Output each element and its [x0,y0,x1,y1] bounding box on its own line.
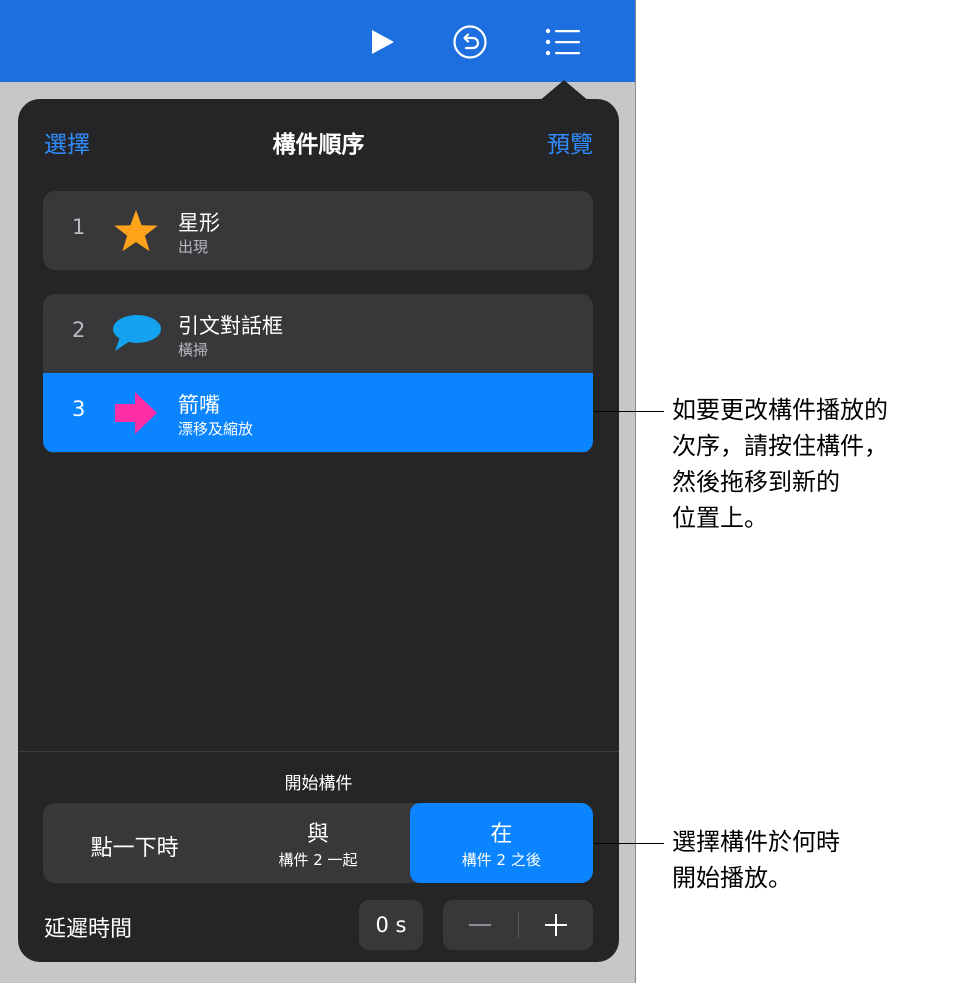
build-order-button[interactable] [541,20,585,64]
minus-icon [469,924,492,926]
build-title: 引文對話框 [178,314,283,338]
speech-bubble-icon [113,315,161,351]
decrement-button[interactable] [443,900,518,950]
build-number: 3 [72,397,86,421]
build-group-2: 2 引文對話框 橫掃 3 箭嘴 漂移及縮放 [43,294,593,453]
top-toolbar [0,0,635,82]
build-order-popover: 選擇 構件順序 預覽 1 星形 出現 2 引文對話框 橫掃 3 箭嘴 漂移及縮放… [18,99,619,962]
start-with-build-option[interactable]: 與 構件 2 一起 [226,803,409,883]
star-icon [114,210,158,252]
delay-label: 延遲時間 [44,917,133,942]
build-row-callout[interactable]: 2 引文對話框 橫掃 [43,294,593,373]
build-effect: 漂移及縮放 [178,420,254,438]
delay-stepper [443,900,593,950]
undo-icon [453,25,487,59]
start-build-label: 開始構件 [284,774,353,794]
callout-leader-line [594,843,664,844]
build-effect: 橫掃 [178,341,209,359]
start-build-segmented-control: 點一下時 與 構件 2 一起 在 構件 2 之後 [43,803,593,883]
start-on-tap-option[interactable]: 點一下時 [43,803,226,883]
option-label: 與 [306,822,329,847]
build-number: 2 [72,318,86,342]
option-label: 點一下時 [90,836,179,861]
option-sublabel: 構件 2 之後 [461,851,541,869]
preview-button[interactable]: 預覽 [547,125,593,159]
increment-button[interactable] [519,900,594,950]
play-icon [372,30,394,54]
build-row-arrow[interactable]: 3 箭嘴 漂移及縮放 [43,373,593,452]
start-build-callout: 選擇構件於何時 開始播放。 [672,828,840,892]
section-divider [18,751,619,752]
arrow-icon [115,392,157,434]
plus-icon [544,914,567,936]
build-group-1: 1 星形 出現 [43,191,593,270]
build-row-star[interactable]: 1 星形 出現 [43,191,593,270]
device-frame: 選擇 構件順序 預覽 1 星形 出現 2 引文對話框 橫掃 3 箭嘴 漂移及縮放… [0,0,636,983]
reorder-callout: 如要更改構件播放的 次序，請按住構件， 然後拖移到新的 位置上。 [672,396,888,532]
popover-title: 構件順序 [272,132,365,158]
undo-button[interactable] [448,20,492,64]
play-button[interactable] [360,20,404,64]
callout-leader-line [594,411,664,412]
option-label: 在 [490,822,513,847]
start-after-build-option[interactable]: 在 構件 2 之後 [409,803,593,883]
build-title: 星形 [178,211,220,235]
build-title: 箭嘴 [178,393,220,417]
option-sublabel: 構件 2 一起 [278,851,358,869]
build-number: 1 [72,215,86,239]
delay-value-field[interactable]: 0 s [359,900,423,950]
list-icon [545,28,580,56]
build-effect: 出現 [178,238,209,256]
